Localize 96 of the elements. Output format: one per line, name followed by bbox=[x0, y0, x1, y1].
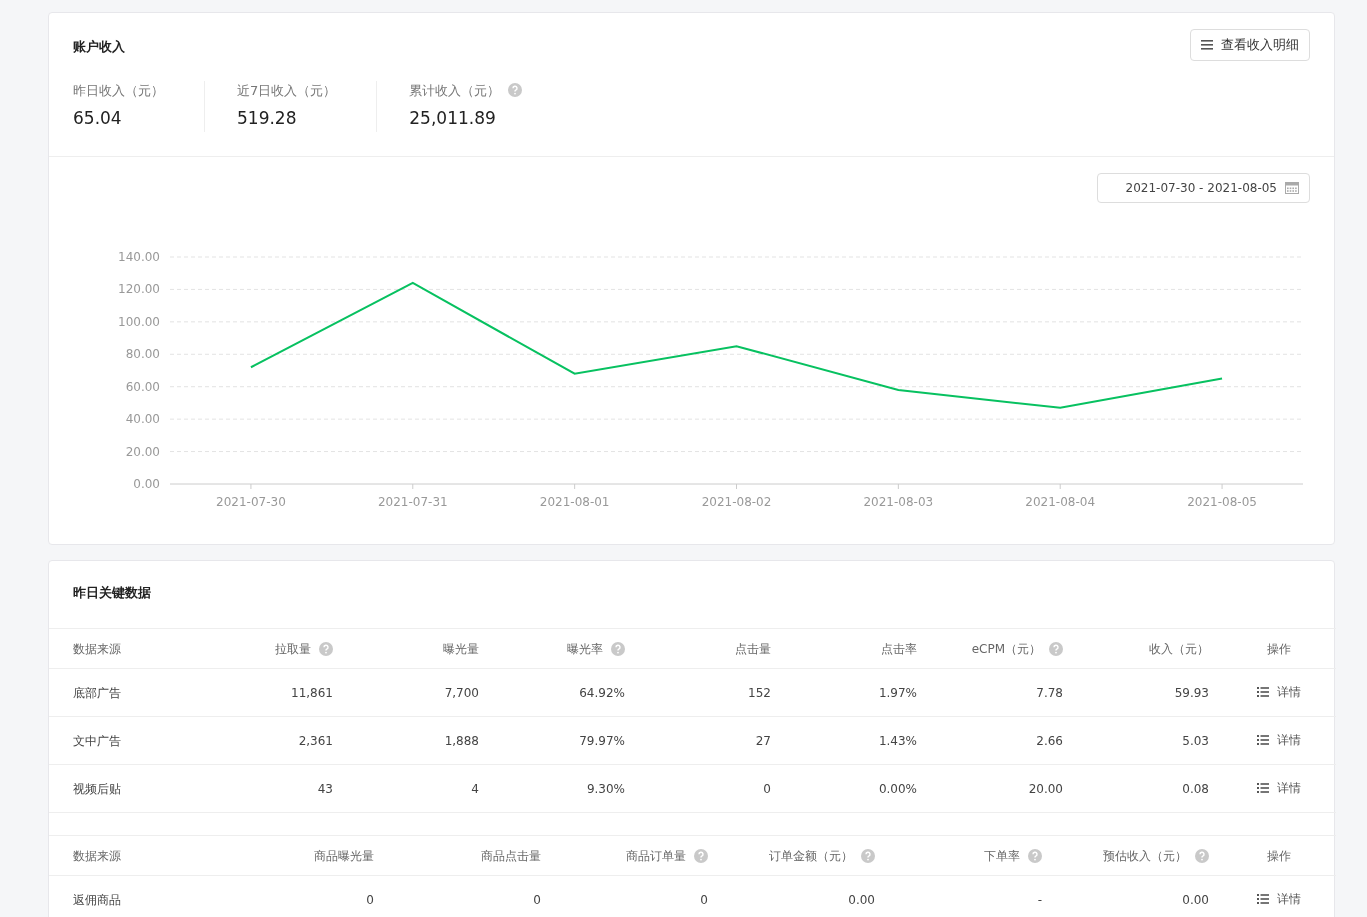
table-cell: 64.92% bbox=[579, 685, 625, 700]
table-cell: 4 bbox=[471, 781, 479, 796]
x-axis-label: 2021-07-30 bbox=[216, 494, 286, 509]
column-header: 点击率 bbox=[881, 641, 917, 656]
stat-value: 65.04 bbox=[73, 107, 123, 130]
x-axis-label: 2021-07-31 bbox=[377, 494, 448, 509]
table-cell: 0.00 bbox=[848, 892, 875, 907]
column-header: 预估收入（元） bbox=[1103, 848, 1187, 863]
x-tick bbox=[1059, 483, 1061, 489]
table-cell: 0.00 bbox=[1182, 892, 1209, 907]
list-icon bbox=[1256, 735, 1269, 745]
column-header: 订单金额（元） bbox=[769, 848, 853, 863]
help-icon[interactable] bbox=[319, 642, 333, 656]
stat-label: 累计收入（元） bbox=[409, 81, 501, 100]
help-icon[interactable] bbox=[1049, 642, 1063, 656]
table-cell: 0 bbox=[763, 781, 771, 796]
menu-icon bbox=[1201, 39, 1213, 50]
table-cell: 0.00% bbox=[878, 781, 917, 796]
y-axis-label: 120.00 bbox=[118, 281, 160, 296]
column-header: 曝光率 bbox=[567, 641, 603, 656]
list-icon bbox=[1256, 894, 1269, 904]
column-header: 数据来源 bbox=[73, 848, 121, 863]
list-icon bbox=[1256, 687, 1269, 697]
help-icon[interactable] bbox=[1028, 849, 1042, 863]
stat-value: 519.28 bbox=[237, 107, 298, 130]
table-cell: 0 bbox=[700, 892, 708, 907]
y-axis-label: 140.00 bbox=[118, 249, 160, 264]
column-header: 商品点击量 bbox=[481, 848, 541, 863]
card-title: 账户收入 bbox=[73, 38, 126, 56]
help-icon[interactable] bbox=[508, 83, 523, 98]
y-axis-label: 20.00 bbox=[125, 444, 160, 459]
column-header: eCPM（元） bbox=[971, 641, 1041, 656]
table-cell: 1.97% bbox=[878, 685, 917, 700]
help-icon[interactable] bbox=[611, 642, 625, 656]
x-tick bbox=[574, 483, 576, 489]
table-cell: 11,861 bbox=[291, 685, 333, 700]
date-range-field[interactable]: 2021-07-30 - 2021-08-05 bbox=[1096, 172, 1310, 203]
table-cell: - bbox=[1037, 892, 1042, 907]
table-cell: 5.03 bbox=[1182, 733, 1209, 748]
y-axis-label: 0.00 bbox=[133, 476, 160, 491]
x-tick bbox=[412, 483, 414, 489]
x-tick bbox=[736, 483, 737, 489]
column-header: 操作 bbox=[1266, 641, 1291, 656]
x-tick bbox=[897, 483, 899, 489]
detail-link[interactable]: 详情 bbox=[1256, 779, 1301, 797]
table-cell: 返佣商品 bbox=[73, 892, 121, 907]
column-header: 商品订单量 bbox=[626, 848, 686, 863]
table-cell: 文中广告 bbox=[73, 733, 121, 748]
table-cell: 1,888 bbox=[444, 733, 479, 748]
table-cell: 7,700 bbox=[444, 685, 479, 700]
list-icon bbox=[1256, 783, 1269, 793]
y-axis-label: 100.00 bbox=[118, 314, 160, 329]
y-axis-label: 80.00 bbox=[125, 346, 160, 361]
table-cell: 视频后贴 bbox=[73, 781, 121, 796]
x-axis-label: 2021-08-01 bbox=[539, 494, 610, 509]
help-icon[interactable] bbox=[861, 849, 875, 863]
table-cell: 0 bbox=[533, 892, 541, 907]
x-axis-label: 2021-08-03 bbox=[863, 494, 934, 509]
calendar-icon bbox=[1285, 181, 1299, 194]
column-header: 曝光量 bbox=[443, 641, 479, 656]
column-header: 商品曝光量 bbox=[314, 848, 374, 863]
y-axis-label: 60.00 bbox=[125, 379, 160, 394]
table-cell: 2.66 bbox=[1036, 733, 1063, 748]
table-cell: 59.93 bbox=[1174, 685, 1209, 700]
detail-link[interactable]: 详情 bbox=[1256, 683, 1301, 701]
detail-link[interactable]: 详情 bbox=[1256, 890, 1301, 908]
column-header: 点击量 bbox=[735, 641, 771, 656]
table-cell: 9.30% bbox=[586, 781, 625, 796]
detail-link[interactable]: 详情 bbox=[1256, 731, 1301, 749]
table-cell: 27 bbox=[755, 733, 771, 748]
y-axis-label: 40.00 bbox=[125, 411, 160, 426]
column-header: 拉取量 bbox=[275, 641, 311, 656]
column-header: 操作 bbox=[1266, 848, 1291, 863]
table-cell: 0.08 bbox=[1182, 781, 1209, 796]
table-cell: 7.78 bbox=[1036, 685, 1063, 700]
column-header: 下单率 bbox=[984, 848, 1020, 863]
column-header: 收入（元） bbox=[1149, 641, 1209, 656]
table-cell: 79.97% bbox=[579, 733, 625, 748]
x-axis-label: 2021-08-05 bbox=[1187, 494, 1257, 509]
table-cell: 152 bbox=[748, 685, 771, 700]
table-cell: 43 bbox=[317, 781, 333, 796]
stat-label: 近7日收入（元） bbox=[237, 81, 337, 100]
table-cell: 1.43% bbox=[878, 733, 917, 748]
table-cell: 0 bbox=[366, 892, 374, 907]
stat-value: 25,011.89 bbox=[409, 107, 497, 130]
table-cell: 20.00 bbox=[1028, 781, 1063, 796]
card-title: 昨日关键数据 bbox=[73, 583, 152, 602]
stat-label: 昨日收入（元） bbox=[73, 81, 164, 100]
x-axis-label: 2021-08-02 bbox=[701, 494, 772, 509]
x-axis-label: 2021-08-04 bbox=[1025, 494, 1096, 509]
column-header: 数据来源 bbox=[73, 641, 121, 656]
help-icon[interactable] bbox=[1195, 849, 1209, 863]
help-icon[interactable] bbox=[694, 849, 708, 863]
table-cell: 2,361 bbox=[298, 733, 333, 748]
income-detail-button[interactable]: 查看收入明细 bbox=[1190, 29, 1310, 61]
table-cell: 底部广告 bbox=[73, 685, 121, 700]
